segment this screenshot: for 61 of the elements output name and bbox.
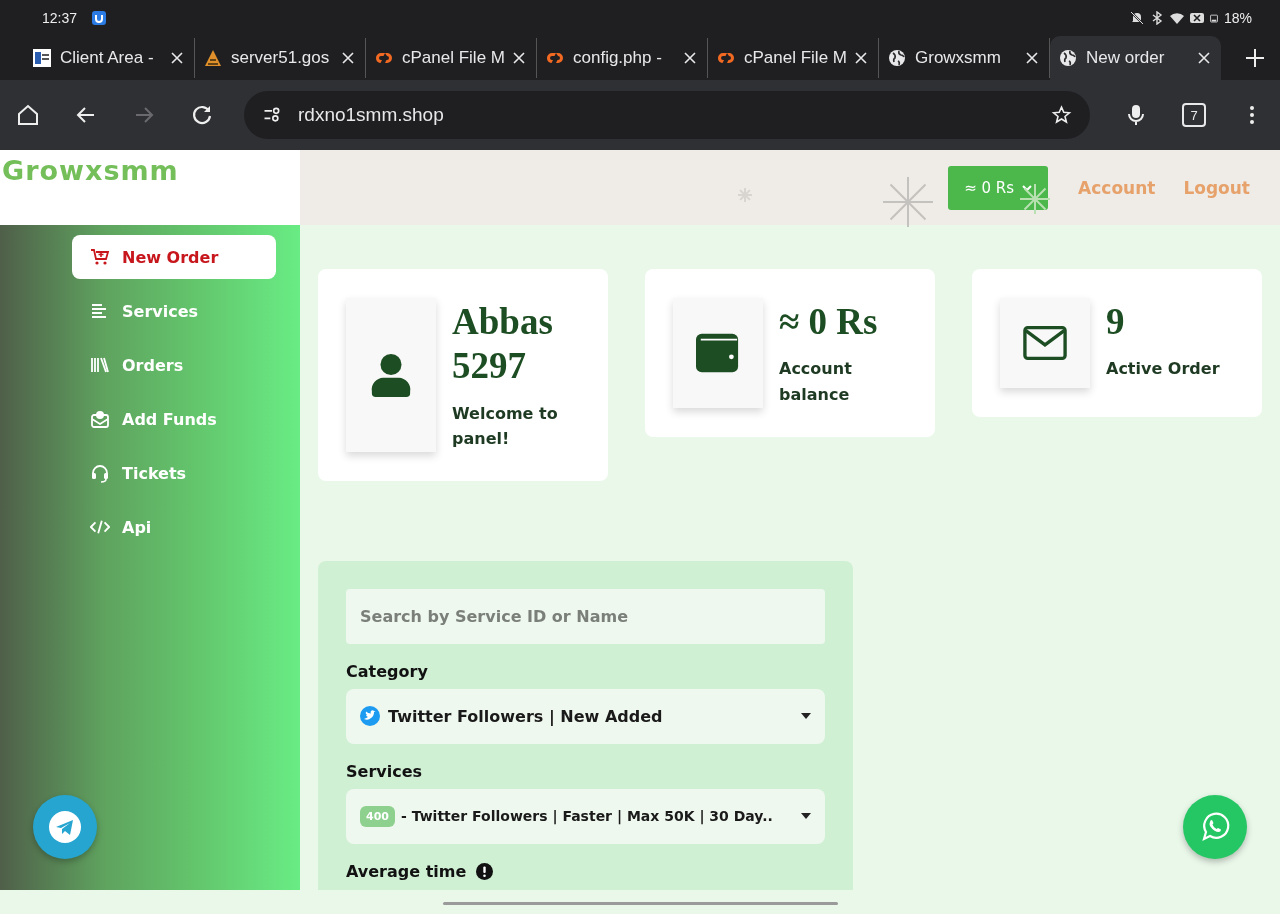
browser-tab[interactable]: config.php - [537, 38, 708, 78]
sidebar-item[interactable]: New Order [72, 235, 276, 279]
service-dropdown[interactable]: 400 - Twitter Followers | Faster | Max 50K | 30 Day.. [346, 788, 825, 844]
user-icon [369, 353, 413, 397]
gesture-bar[interactable] [442, 901, 838, 905]
stat-value: ≈ 0 Rs [779, 300, 879, 344]
paper-plane-icon [49, 811, 81, 843]
stat-label: Active Order [1106, 358, 1220, 381]
sparkle-icon [883, 177, 933, 227]
stat-value: 9 [1106, 300, 1126, 344]
close-icon[interactable] [512, 51, 526, 65]
new-tab-icon[interactable] [1245, 48, 1265, 68]
status-time: 12:37 [42, 10, 78, 26]
close-icon[interactable] [1197, 51, 1211, 65]
close-icon[interactable] [1025, 51, 1039, 65]
close-icon[interactable] [341, 51, 355, 65]
battery-percent: 18% [1223, 10, 1252, 26]
browser-tab[interactable]: server51.gos [195, 38, 366, 78]
stat-label: Welcome to panel! [452, 402, 559, 451]
close-icon[interactable] [170, 51, 184, 65]
globe-icon [1058, 48, 1078, 68]
wifi-icon [1169, 11, 1184, 25]
field-label: Average time [346, 861, 467, 881]
browser-tab[interactable]: Growxsmm [879, 38, 1050, 78]
service-id-badge: 400 [360, 805, 395, 827]
battery-icon [1209, 11, 1218, 25]
star-icon[interactable] [1051, 103, 1072, 127]
url-text: rdxno1smm.shop [298, 104, 445, 126]
category-dropdown[interactable]: Twitter Followers | New Added [346, 688, 825, 744]
home-icon[interactable] [16, 103, 40, 127]
sparkle-icon [1020, 184, 1050, 214]
browser-tab[interactable]: Client Area - [24, 38, 195, 78]
stat-label: Account balance [779, 358, 853, 406]
site-favicon-icon [32, 48, 52, 68]
bird-icon [360, 706, 380, 727]
caret-icon [801, 812, 811, 821]
info-icon[interactable] [476, 862, 494, 880]
chevron-down-icon [1022, 182, 1033, 193]
headset-icon [90, 463, 110, 483]
cone-favicon-icon [203, 48, 223, 68]
caret-icon [801, 712, 811, 721]
close-icon[interactable] [683, 51, 697, 65]
field-label: Services [346, 761, 423, 781]
browser-tab[interactable]: cPanel File M [708, 38, 879, 78]
address-bar[interactable]: rdxno1smm.shop [244, 91, 1090, 139]
reload-icon[interactable] [190, 103, 214, 127]
close-icon[interactable] [854, 51, 868, 65]
battery-saver-icon [1189, 11, 1204, 25]
search-field[interactable]: Search by Service ID or Name [346, 588, 825, 644]
app-notification-icon [91, 10, 108, 26]
globe-icon [887, 48, 907, 68]
tab-count-button[interactable]: 7 [1182, 103, 1206, 127]
stat-value: Abbas 5297 [452, 300, 554, 389]
mute-icon [1129, 11, 1144, 25]
money-envelope-icon [90, 409, 110, 429]
browser-tab[interactable]: cPanel File M [366, 38, 537, 78]
phone-bubble-icon [1199, 811, 1231, 843]
books-icon [90, 355, 110, 375]
browser-tab[interactable]: New order [1050, 36, 1221, 80]
cart-icon [90, 247, 110, 267]
field-label: Category [346, 661, 428, 681]
